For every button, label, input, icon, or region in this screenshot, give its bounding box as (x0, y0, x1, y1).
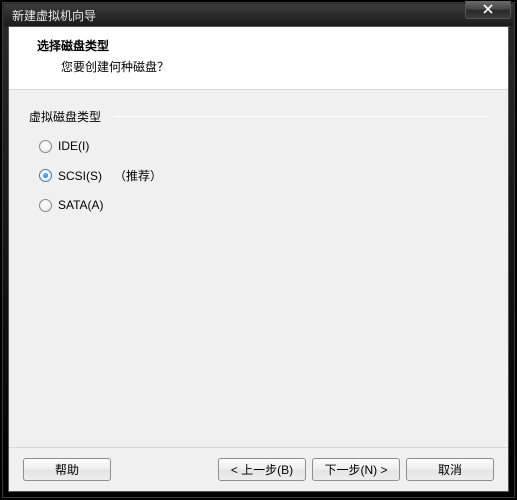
close-icon (483, 3, 493, 17)
help-button[interactable]: 帮助 (23, 458, 111, 481)
page-title: 选择磁盘类型 (37, 37, 492, 54)
close-button[interactable] (465, 1, 511, 19)
radio-icon (39, 199, 52, 212)
group-label-text: 虚拟磁盘类型 (29, 110, 101, 124)
radio-option-ide[interactable]: IDE(I) (39, 139, 488, 153)
page-subtitle: 您要创建何种磁盘？ (61, 58, 492, 75)
group-separator (113, 116, 488, 117)
radio-option-sata[interactable]: SATA(A) (39, 198, 488, 212)
cancel-button[interactable]: 取消 (406, 458, 494, 481)
next-button[interactable]: 下一步(N) > (312, 458, 400, 481)
radio-label: SATA(A) (58, 198, 104, 212)
radio-icon (39, 140, 52, 153)
radio-label: SCSI(S) (58, 169, 102, 183)
back-button[interactable]: < 上一步(B) (218, 458, 306, 481)
titlebar[interactable]: 新建虚拟机向导 (4, 4, 513, 26)
window-title: 新建虚拟机向导 (12, 7, 513, 24)
wizard-window: 新建虚拟机向导 选择磁盘类型 您要创建何种磁盘？ 虚拟磁盘类型 IDE(I) S… (0, 0, 517, 500)
radio-option-scsi[interactable]: SCSI(S) （推荐） (39, 167, 488, 184)
recommended-label: （推荐） (114, 167, 162, 184)
wizard-footer: 帮助 < 上一步(B) 下一步(N) > 取消 (9, 447, 508, 491)
content-area: 虚拟磁盘类型 IDE(I) SCSI(S) （推荐） SATA(A) (9, 90, 508, 230)
wizard-header: 选择磁盘类型 您要创建何种磁盘？ (9, 27, 508, 90)
client-area: 选择磁盘类型 您要创建何种磁盘？ 虚拟磁盘类型 IDE(I) SCSI(S) （… (8, 26, 509, 492)
radio-label: IDE(I) (58, 139, 89, 153)
group-label: 虚拟磁盘类型 (29, 108, 488, 125)
radio-icon (39, 169, 52, 182)
